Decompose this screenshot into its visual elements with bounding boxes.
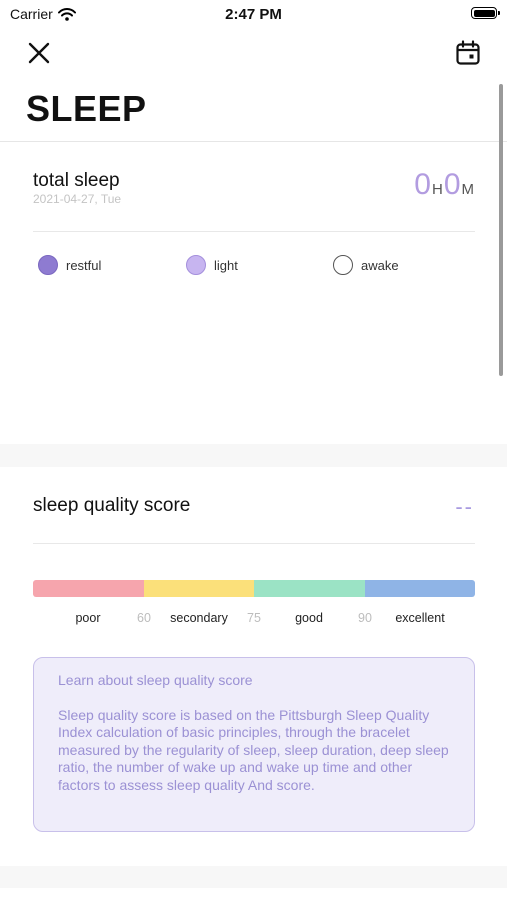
calendar-icon [456, 40, 480, 65]
calendar-button[interactable] [455, 40, 481, 66]
status-bar: Carrier 2:47 PM [0, 0, 507, 28]
score-segment-poor [33, 580, 144, 597]
scale-label-secondary: secondary [170, 611, 228, 625]
quality-title: sleep quality score [33, 495, 191, 516]
sleep-date: 2021-04-27, Tue [33, 192, 122, 206]
battery-icon [471, 7, 500, 19]
total-sleep-value: 0 H 0 M [414, 170, 475, 200]
bottom-separator [0, 866, 507, 888]
restful-dot-icon [38, 255, 58, 275]
section-separator [0, 444, 507, 467]
sleep-hours: 0 [414, 168, 431, 201]
scale-label-excellent: excellent [395, 611, 445, 625]
legend-label-light: light [214, 257, 238, 273]
scale-threshold-75: 75 [247, 611, 261, 625]
close-button[interactable] [26, 40, 52, 66]
minutes-unit: M [461, 181, 475, 198]
scale-label-poor: poor [75, 611, 101, 625]
scale-label-good: good [295, 611, 323, 625]
legend-light: light [186, 255, 238, 275]
score-scale-bar [33, 580, 475, 597]
total-sleep-label: total sleep [33, 170, 120, 191]
quality-score: -- [455, 494, 474, 519]
scale-threshold-90: 90 [358, 611, 372, 625]
legend-restful: restful [38, 255, 101, 275]
legend-awake: awake [333, 255, 399, 275]
info-title[interactable]: Learn about sleep quality score [58, 672, 450, 690]
legend-label-awake: awake [361, 257, 399, 273]
info-text: Sleep quality score is based on the Pitt… [58, 706, 449, 793]
score-scale-labels: poor 60 secondary 75 good 90 excellent [33, 611, 475, 627]
status-time: 2:47 PM [225, 6, 282, 23]
page-title: SLEEP [26, 88, 147, 129]
score-segment-secondary [143, 580, 254, 597]
score-segment-good [254, 580, 365, 597]
scale-threshold-60: 60 [137, 611, 151, 625]
quality-info-box: Learn about sleep quality score Sleep qu… [33, 657, 475, 832]
close-icon [28, 42, 50, 64]
sleep-divider [33, 231, 475, 232]
score-segment-excellent [364, 580, 475, 597]
legend-label-restful: restful [66, 257, 102, 273]
awake-dot-icon [333, 255, 353, 275]
quality-divider [33, 543, 475, 544]
sleep-minutes: 0 [443, 168, 461, 201]
hours-unit: H [431, 181, 443, 198]
light-dot-icon [186, 255, 206, 275]
